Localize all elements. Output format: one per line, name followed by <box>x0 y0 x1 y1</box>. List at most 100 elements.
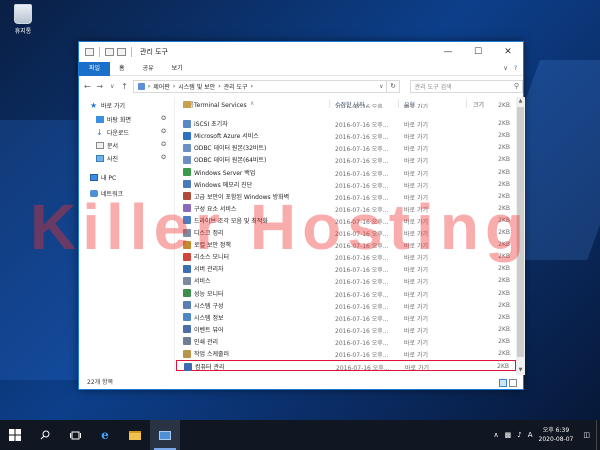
wallpaper-beam <box>0 120 80 380</box>
breadcrumb-separator: › <box>172 82 176 90</box>
large-icons-view-icon[interactable] <box>509 379 517 387</box>
new-folder-icon[interactable] <box>117 48 126 56</box>
minimize-button[interactable]: — <box>433 42 463 62</box>
file-date: 2016-07-16 오후... <box>335 104 389 108</box>
file-date: 2016-07-16 오후... <box>335 315 389 323</box>
file-type: 바로 가기 <box>404 104 428 108</box>
recycle-bin-desktop-icon[interactable]: 휴지통 <box>6 4 40 35</box>
maximize-button[interactable]: ☐ <box>463 42 493 62</box>
pin-icon[interactable]: ✪ <box>161 141 166 148</box>
tab-home[interactable]: 홈 <box>110 62 134 76</box>
pin-icon[interactable]: ✪ <box>161 128 166 135</box>
pin-icon[interactable]: ✪ <box>161 115 166 122</box>
file-row[interactable]: 시스템 정보 2016-07-16 오후... 바로 가기 2KB <box>176 312 516 323</box>
file-row[interactable]: Terminal Services 2016-07-16 오후... 바로 가기 2K… <box>176 100 516 108</box>
file-row[interactable]: 리소스 모니터 2016-07-16 오후... 바로 가기 2KB <box>176 251 516 262</box>
file-row[interactable]: 로컬 보안 정책 2016-07-16 오후... 바로 가기 2KB <box>176 239 516 250</box>
scroll-up-icon[interactable]: ▲ <box>516 97 525 106</box>
file-row[interactable]: 성능 모니터 2016-07-16 오후... 바로 가기 2KB <box>176 288 516 299</box>
notification-icon[interactable]: ◫ <box>583 431 590 439</box>
file-explorer-button[interactable] <box>120 420 150 450</box>
up-icon[interactable]: ↑ <box>120 82 128 91</box>
shortcut-icon <box>183 155 191 164</box>
breadcrumb-item[interactable]: 관리 도구 <box>224 82 248 91</box>
internet-explorer-button[interactable]: e <box>90 420 120 450</box>
breadcrumb-item[interactable]: 제어판 <box>153 82 170 91</box>
file-size: 2KB <box>498 168 510 176</box>
file-row[interactable]: 시스템 구성 2016-07-16 오후... 바로 가기 2KB <box>176 300 516 311</box>
folder-app-icon[interactable] <box>85 48 94 56</box>
tab-view[interactable]: 보기 <box>163 62 192 76</box>
control-panel-taskbar-button[interactable] <box>150 420 180 450</box>
nav-item-pictures[interactable]: 사진 <box>96 154 118 163</box>
file-row[interactable]: 인쇄 관리 2016-07-16 오후... 바로 가기 2KB <box>176 336 516 347</box>
start-button[interactable] <box>0 420 30 450</box>
nav-item-network[interactable]: 네트워크 <box>90 189 123 198</box>
file-row[interactable]: 고급 보안이 포함된 Windows 방화벽 2016-07-16 오후... 바로… <box>176 191 516 202</box>
file-row[interactable]: Windows 메모리 진단 2016-07-16 오후... 바로 가기 2KB <box>176 179 516 190</box>
file-row[interactable]: 작업 스케줄러 2016-07-16 오후... 바로 가기 2KB <box>176 348 516 359</box>
file-date: 2016-07-16 오후... <box>335 122 389 130</box>
tab-share[interactable]: 공유 <box>134 62 163 76</box>
file-row[interactable]: ODBC 데이터 원본(32비트) 2016-07-16 오후... 바로 가기 2K… <box>176 142 516 153</box>
nav-item-documents[interactable]: 문서 <box>96 141 118 150</box>
nav-item-this-pc[interactable]: 내 PC <box>90 173 116 182</box>
file-date: 2016-07-16 오후... <box>335 206 389 214</box>
details-view-icon[interactable] <box>499 379 507 387</box>
file-row[interactable]: 드라이브 조각 모음 및 최적화 2016-07-16 오후... 바로 가기 2KB <box>176 215 516 226</box>
file-row[interactable]: iSCSI 초기자 2016-07-16 오후... 바로 가기 2KB <box>176 118 516 129</box>
file-date: 2016-07-16 오후... <box>336 365 390 373</box>
breadcrumb-separator: › <box>147 82 151 90</box>
show-desktop-button[interactable] <box>596 420 600 450</box>
file-size: 2KB <box>498 192 510 200</box>
file-row[interactable]: ODBC 데이터 원본(64비트) 2016-07-16 오후... 바로 가기 2K… <box>176 154 516 165</box>
volume-icon[interactable]: ♪ <box>517 431 521 439</box>
back-icon[interactable]: ← <box>83 82 91 91</box>
file-row[interactable]: Microsoft Azure 서비스 2016-07-16 오후... 바로 가기… <box>176 130 516 141</box>
nav-item-downloads[interactable]: ↓ 다운로드 <box>96 128 129 138</box>
file-size: 2KB <box>498 144 510 152</box>
search-button[interactable] <box>30 420 60 450</box>
vertical-scrollbar[interactable]: ▲ ▼ <box>516 97 525 375</box>
help-icon[interactable]: ? <box>514 65 517 72</box>
search-input[interactable]: 관리 도구 검색 ⚲ <box>409 79 523 93</box>
file-row[interactable]: 이벤트 뷰어 2016-07-16 오후... 바로 가기 2KB <box>176 324 516 335</box>
close-button[interactable]: ✕ <box>493 42 523 62</box>
task-view-button[interactable] <box>60 420 90 450</box>
nav-item-desktop[interactable]: 바탕 화면 <box>96 115 131 124</box>
file-row[interactable]: 디스크 정리 2016-07-16 오후... 바로 가기 2KB <box>176 227 516 238</box>
refresh-button[interactable]: ↻ <box>387 79 400 93</box>
network-icon[interactable]: ▩ <box>505 431 512 439</box>
clock[interactable]: 오후 6:39 2020-08-07 <box>539 426 574 444</box>
file-name-cell: ODBC 데이터 원본(32비트) <box>183 143 266 152</box>
properties-icon[interactable] <box>105 48 114 56</box>
breadcrumb-item[interactable]: 시스템 및 보안 <box>178 82 215 91</box>
scroll-down-icon[interactable]: ▼ <box>516 366 525 375</box>
file-name-cell: 리소스 모니터 <box>183 252 229 261</box>
file-name: 구성 요소 서비스 <box>194 205 237 213</box>
file-row[interactable]: Windows Server 백업 2016-07-16 오후... 바로 가기 2K… <box>176 167 516 178</box>
file-row[interactable]: 구성 요소 서비스 2016-07-16 오후... 바로 가기 2KB <box>176 203 516 214</box>
address-dropdown-icon[interactable]: ∨ <box>376 83 386 90</box>
file-row[interactable]: 서비스 2016-07-16 오후... 바로 가기 2KB <box>176 275 516 286</box>
forward-icon[interactable]: → <box>95 82 103 91</box>
file-row[interactable]: 컴퓨터 관리 2016-07-16 오후... 바로 가기 2KB <box>176 360 516 373</box>
chevron-down-icon[interactable]: ∨ <box>108 83 116 90</box>
ime-indicator[interactable]: A <box>528 431 533 439</box>
tab-file[interactable]: 파일 <box>79 61 111 76</box>
file-date: 2016-07-16 오후... <box>335 327 389 335</box>
file-date: 2016-07-16 오후... <box>335 231 389 238</box>
file-name-cell: 디스크 정리 <box>183 228 224 237</box>
file-name: 고급 보안이 포함된 Windows 방화벽 <box>194 193 290 201</box>
shortcut-icon <box>183 349 191 358</box>
taskbar: e ∧ ▩ ♪ A 오후 6:39 2020-08-07 ◫ <box>0 420 600 450</box>
address-field[interactable]: › 제어판 › 시스템 및 보안 › 관리 도구 › ∨ <box>132 79 388 93</box>
nav-item-quick-access[interactable]: ★ 바로 가기 <box>90 101 125 111</box>
pin-icon[interactable]: ✪ <box>161 154 166 161</box>
chevron-up-icon[interactable]: ∧ <box>493 431 498 439</box>
file-type: 바로 가기 <box>404 279 428 287</box>
chevron-down-icon[interactable]: ∨ <box>503 65 507 72</box>
file-name: 서버 관리자 <box>194 266 224 274</box>
scrollbar-thumb[interactable] <box>517 107 524 357</box>
file-row[interactable]: 서버 관리자 2016-07-16 오후... 바로 가기 2KB <box>176 263 516 274</box>
